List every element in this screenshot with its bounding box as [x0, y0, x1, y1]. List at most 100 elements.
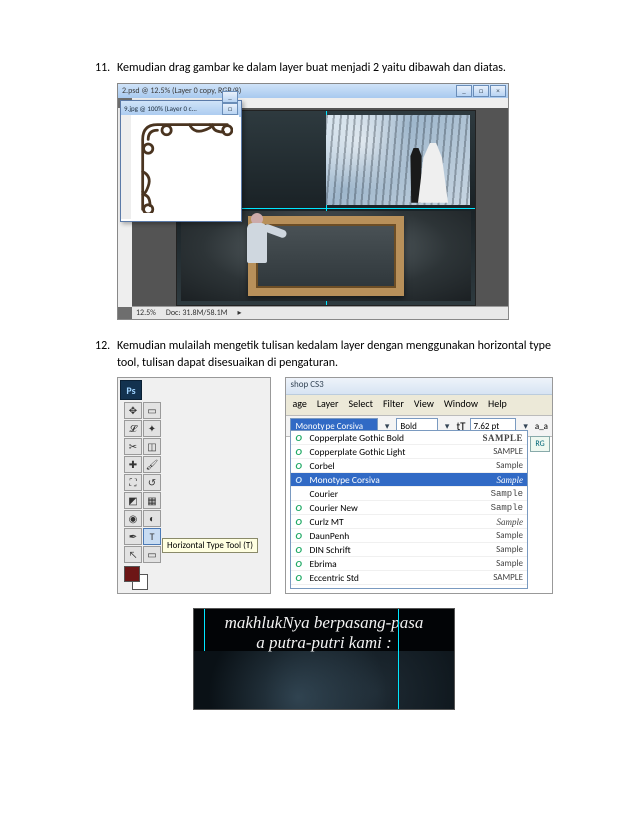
- close-icon[interactable]: ×: [490, 85, 506, 97]
- slice-tool-icon[interactable]: ◫: [143, 438, 161, 455]
- document-page: 11. Kemudian drag gambar ke dalam layer …: [0, 0, 638, 758]
- gradient-tool-icon[interactable]: ▦: [143, 492, 161, 509]
- opentype-icon: O: [295, 572, 309, 584]
- menu-item[interactable]: Select: [349, 397, 373, 413]
- opentype-icon: O: [295, 432, 309, 444]
- ornament-canvas[interactable]: [131, 115, 239, 219]
- move-tool-icon[interactable]: ✥: [124, 402, 142, 419]
- opentype-icon: O: [295, 460, 309, 472]
- font-option[interactable]: CourierSample: [291, 487, 527, 501]
- minimize-icon[interactable]: _: [456, 85, 472, 97]
- font-name: Courier New: [309, 502, 490, 514]
- font-name: Edwardian Script ITC: [309, 586, 496, 590]
- menubar: age Layer Select Filter View Window Help: [286, 395, 552, 416]
- antialias-icon: a_a: [535, 421, 548, 432]
- eraser-tool-icon[interactable]: ◩: [124, 492, 142, 509]
- maximize-icon[interactable]: □: [473, 85, 489, 97]
- font-option[interactable]: OCopperplate Gothic BoldSAMPLE: [291, 431, 527, 445]
- opentype-icon: O: [295, 544, 309, 556]
- wedding-couple: [396, 133, 452, 203]
- font-sample: Sample: [496, 460, 523, 471]
- foreground-swatch[interactable]: [124, 566, 140, 582]
- font-name: Monotype Corsiva: [309, 474, 496, 486]
- font-sample: SAMPLE: [493, 446, 523, 457]
- wand-tool-icon[interactable]: ✦: [143, 420, 161, 437]
- font-sample: SAMPLE: [493, 572, 523, 583]
- font-sample: Sample: [491, 503, 523, 513]
- font-sample: Sample: [497, 475, 524, 485]
- brush-tool-icon[interactable]: 🖌: [143, 456, 161, 473]
- opentype-icon: O: [295, 530, 309, 542]
- window-titlebar: 2.psd @ 12.5% (Layer 0 copy, RGB/8) _ □ …: [118, 84, 508, 98]
- font-name: DaunPenh: [309, 530, 496, 542]
- step-number: 11.: [95, 60, 117, 77]
- type-tool-icon[interactable]: T: [143, 528, 161, 545]
- font-option[interactable]: OCurlz MTSample: [291, 515, 527, 529]
- path-tool-icon[interactable]: ↖: [124, 546, 142, 563]
- shape-tool-icon[interactable]: ▭: [143, 546, 161, 563]
- floating-image-window[interactable]: 9.jpg @ 100% (Layer 0 c... _ □ ×: [120, 100, 242, 222]
- stamp-tool-icon[interactable]: ⛶: [124, 474, 142, 491]
- dodge-tool-icon[interactable]: ◐: [143, 510, 161, 527]
- font-option[interactable]: OEccentric StdSAMPLE: [291, 571, 527, 585]
- font-sample: Sample: [496, 558, 523, 569]
- font-name: Ebrima: [309, 558, 496, 570]
- maximize-icon[interactable]: □: [222, 103, 238, 115]
- minimize-icon[interactable]: _: [222, 91, 238, 103]
- font-sample: Sample: [496, 530, 523, 541]
- opentype-icon: O: [295, 558, 309, 570]
- opentype-icon: O: [295, 446, 309, 458]
- font-option[interactable]: OEdwardian Script ITCSample: [291, 585, 527, 589]
- rg-badge: RG: [530, 436, 550, 452]
- crop-tool-icon[interactable]: ✂: [124, 438, 142, 455]
- marquee-tool-icon[interactable]: ▭: [143, 402, 161, 419]
- photo-upper[interactable]: [326, 115, 470, 205]
- font-option[interactable]: OCopperplate Gothic LightSAMPLE: [291, 445, 527, 459]
- screenshot-typed-text: makhlukNya berpasang-pasa a putra-putri …: [193, 608, 455, 710]
- ps-logo-icon: Ps: [120, 380, 142, 400]
- color-swatches[interactable]: [124, 566, 148, 590]
- screenshot-photoshop-canvas: 2.psd @ 12.5% (Layer 0 copy, RGB/8) _ □ …: [117, 83, 509, 320]
- step-text: Kemudian drag gambar ke dalam layer buat…: [117, 60, 553, 77]
- blur-tool-icon[interactable]: ◉: [124, 510, 142, 527]
- step-number: 12.: [95, 338, 117, 372]
- man-holding-frame: [239, 213, 281, 281]
- script-text: makhlukNya berpasang-pasa a putra-putri …: [194, 613, 454, 652]
- font-dropdown-list[interactable]: OCopperplate Gothic BoldSAMPLEOCopperpla…: [290, 430, 528, 589]
- font-name: Curlz MT: [309, 516, 496, 528]
- floating-window-title: 9.jpg @ 100% (Layer 0 c...: [124, 104, 197, 113]
- font-name: Corbel: [309, 460, 496, 472]
- font-option[interactable]: ODaunPenhSample: [291, 529, 527, 543]
- doc-info: Doc: 31.8M/58.1M: [166, 308, 228, 318]
- font-name: Eccentric Std: [309, 572, 493, 584]
- chevron-right-icon[interactable]: ▸: [238, 308, 242, 318]
- font-name: Courier: [309, 488, 490, 500]
- lasso-tool-icon[interactable]: 𝓛: [124, 420, 142, 437]
- bride-figure: [418, 143, 448, 203]
- font-option[interactable]: OEbrimaSample: [291, 557, 527, 571]
- history-brush-icon[interactable]: ↺: [143, 474, 161, 491]
- font-sample: Sample: [491, 489, 523, 499]
- document-statusbar: 12.5% Doc: 31.8M/58.1M ▸: [132, 306, 508, 319]
- tool-palette: ✥ ▭ 𝓛 ✦ ✂ ◫ ✚ 🖌 ⛶ ↺ ◩ ▦ ◉ ◐ ✒ T ↖: [124, 402, 161, 563]
- tool-tooltip: Horizontal Type Tool (T): [162, 538, 258, 553]
- opentype-icon: O: [295, 502, 309, 514]
- font-option[interactable]: OMonotype CorsivaSample: [291, 473, 527, 487]
- pen-tool-icon[interactable]: ✒: [124, 528, 142, 545]
- healing-tool-icon[interactable]: ✚: [124, 456, 142, 473]
- menu-item[interactable]: View: [414, 397, 434, 413]
- menu-item[interactable]: Layer: [317, 397, 339, 413]
- font-option[interactable]: OCorbelSample: [291, 459, 527, 473]
- menu-item[interactable]: Filter: [383, 397, 404, 413]
- menu-item[interactable]: age: [292, 397, 306, 413]
- opentype-icon: O: [295, 516, 309, 528]
- zoom-level[interactable]: 12.5%: [136, 308, 156, 318]
- font-option[interactable]: OCourier NewSample: [291, 501, 527, 515]
- screenshot-font-picker: shop CS3 age Layer Select Filter View Wi…: [285, 377, 553, 594]
- font-option[interactable]: ODIN SchriftSample: [291, 543, 527, 557]
- menu-item[interactable]: Help: [488, 397, 507, 413]
- font-name: Copperplate Gothic Bold: [309, 432, 482, 444]
- menu-item[interactable]: Window: [444, 397, 478, 413]
- photo-lower[interactable]: [181, 211, 471, 301]
- font-name: DIN Schrift: [309, 544, 496, 556]
